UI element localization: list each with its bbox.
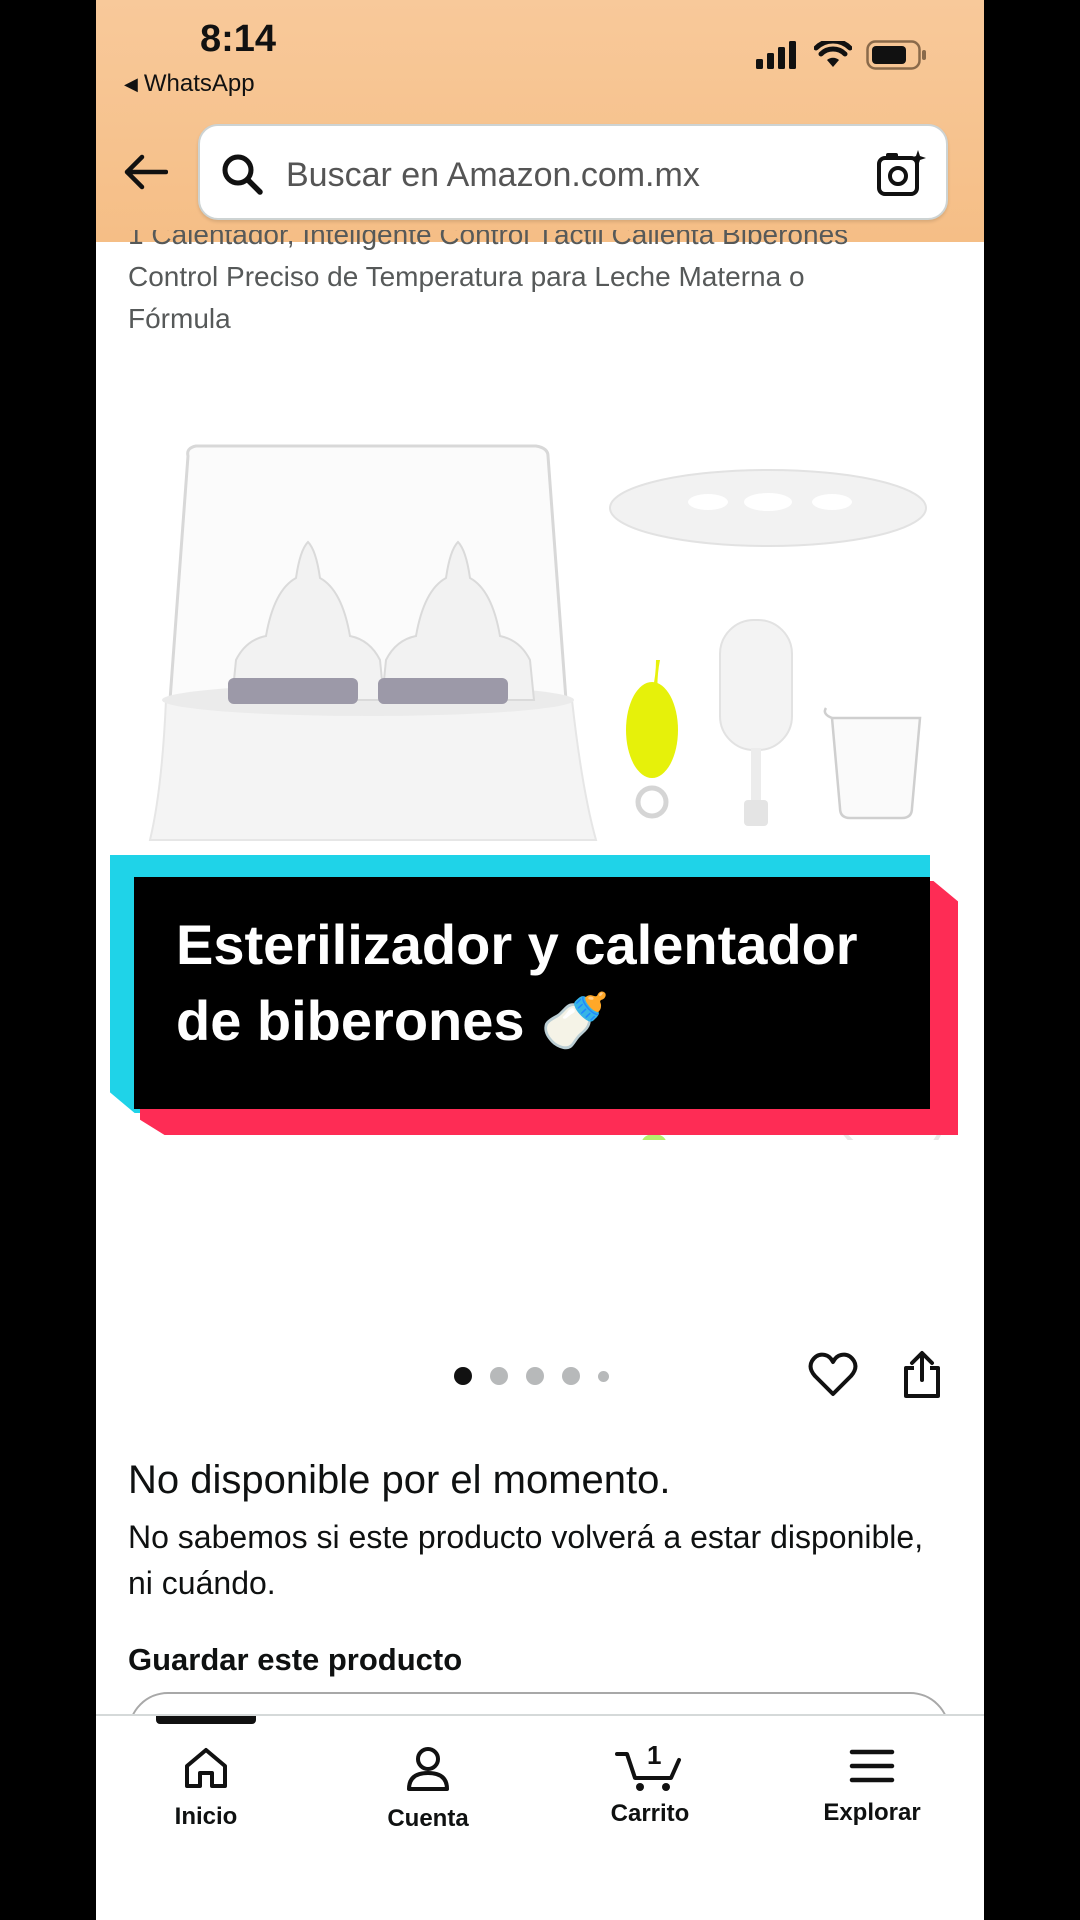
status-time: 8:14: [200, 18, 277, 60]
tab-cuenta-label: Cuenta: [387, 1805, 469, 1832]
image-pagination[interactable]: [454, 1367, 609, 1385]
search-icon: [222, 154, 263, 195]
wifi-icon: [814, 41, 852, 67]
active-tab-indicator: [156, 1716, 256, 1724]
back-triangle-icon: ◀: [124, 73, 138, 94]
tab-inicio[interactable]: Inicio: [116, 1746, 296, 1831]
menu-icon: [849, 1749, 895, 1783]
tab-explorar-label: Explorar: [823, 1799, 921, 1826]
caption-line-2: de biberones 🍼: [176, 983, 916, 1059]
pagination-dot[interactable]: [490, 1367, 508, 1385]
pagination-dot[interactable]: [454, 1367, 472, 1385]
product-title: 1 Calentador, Inteligente Control Táctil…: [128, 230, 948, 340]
battery-icon: [866, 40, 926, 70]
tab-cuenta[interactable]: Cuenta: [338, 1746, 518, 1833]
product-title-line3: Fórmula: [128, 303, 231, 334]
top-bar: 8:14 ◀ WhatsApp Buscar en Amazon.com.mx: [96, 0, 984, 242]
pagination-dot[interactable]: [526, 1367, 544, 1385]
video-caption-overlay: Esterilizador y calentador de biberones …: [110, 855, 958, 1135]
signal-icon: [756, 41, 796, 69]
cart-icon-wrapper: 1: [615, 1740, 685, 1792]
tab-carrito-label: Carrito: [610, 1800, 690, 1827]
pagination-dot[interactable]: [562, 1367, 580, 1385]
product-title-line2: Control Preciso de Temperatura para Lech…: [128, 261, 805, 292]
availability-heading: No disponible por el momento.: [128, 1458, 671, 1502]
availability-description: No sabemos si este producto volverá a es…: [128, 1519, 924, 1601]
pagination-dot[interactable]: [598, 1370, 609, 1382]
baby-bottle-emoji-icon: 🍼: [540, 989, 610, 1052]
tab-carrito[interactable]: 1 Carrito: [560, 1740, 740, 1828]
home-icon: [185, 1748, 227, 1788]
status-icons: [756, 40, 928, 70]
amazon-product-screen: 8:14 ◀ WhatsApp Buscar en Amazon.com.mx …: [96, 0, 984, 1920]
search-bar[interactable]: Buscar en Amazon.com.mx: [198, 124, 948, 220]
cart-count-badge: 1: [647, 1740, 662, 1770]
tab-inicio-label: Inicio: [174, 1803, 238, 1830]
product-title-cut-line: 1 Calentador, Inteligente Control Táctil…: [128, 230, 849, 250]
caption-text: Esterilizador y calentador de biberones …: [176, 907, 916, 1059]
back-to-app-link[interactable]: ◀ WhatsApp: [124, 70, 255, 98]
heart-icon[interactable]: [808, 1352, 858, 1398]
search-placeholder: Buscar en Amazon.com.mx: [286, 156, 700, 194]
caption-line-1: Esterilizador y calentador: [176, 913, 858, 976]
back-app-label: WhatsApp: [143, 70, 255, 97]
caption-line-2-text: de biberones: [176, 989, 525, 1052]
camera-search-icon[interactable]: [876, 148, 926, 198]
back-arrow-icon[interactable]: [122, 152, 168, 192]
account-icon: [407, 1747, 449, 1791]
bottom-tab-bar: Inicio Cuenta 1 Carrito Explorar: [96, 1714, 984, 1920]
save-product-label: Guardar este producto: [128, 1642, 463, 1677]
tab-explorar[interactable]: Explorar: [782, 1746, 962, 1827]
share-icon[interactable]: [900, 1350, 944, 1400]
